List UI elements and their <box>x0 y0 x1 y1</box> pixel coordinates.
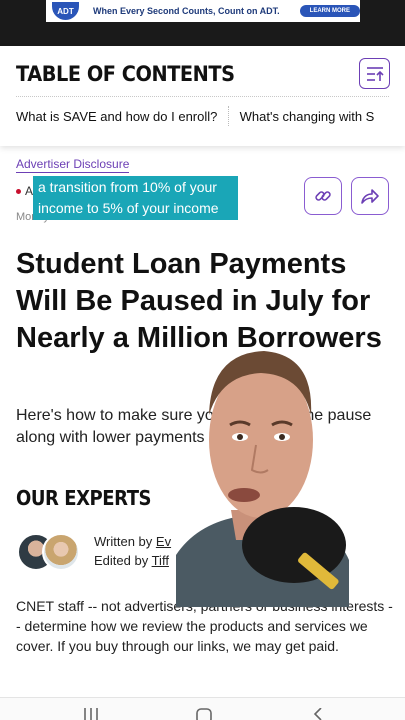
toc-link[interactable]: What's changing with S <box>240 109 375 124</box>
editor-name-link[interactable]: Tiff <box>152 553 169 568</box>
ad-content[interactable]: ADT When Every Second Counts, Count on A… <box>46 0 360 22</box>
edited-by-label: Edited by <box>94 553 149 568</box>
share-icon <box>361 189 379 204</box>
link-icon <box>315 191 331 201</box>
toc-toggle-button[interactable] <box>359 58 390 89</box>
editor-avatar[interactable] <box>42 533 80 571</box>
system-nav-bar <box>0 697 405 720</box>
toc-links: What is SAVE and how do I enroll? What's… <box>16 106 405 128</box>
share-button[interactable] <box>351 177 389 215</box>
ad-text: When Every Second Counts, Count on ADT. <box>92 6 280 16</box>
home-button[interactable] <box>196 708 212 720</box>
table-of-contents: TABLE OF CONTENTS What is SAVE and how d… <box>0 46 405 146</box>
written-by: Written by Ev <box>94 534 171 549</box>
status-dot <box>16 189 21 195</box>
recents-button[interactable] <box>83 708 99 720</box>
ad-learn-more-button[interactable]: LEARN MORE <box>299 5 360 17</box>
home-icon <box>196 708 212 720</box>
toc-title: TABLE OF CONTENTS <box>16 62 235 86</box>
copy-link-button[interactable] <box>304 177 342 215</box>
toc-separator <box>228 106 229 126</box>
adt-logo: ADT <box>52 2 79 20</box>
toc-divider <box>16 96 389 97</box>
advertiser-disclosure-link[interactable]: Advertiser Disclosure <box>16 157 130 173</box>
written-by-label: Written by <box>94 534 153 549</box>
experts-title: OUR EXPERTS <box>16 486 152 510</box>
creator-video-overlay <box>176 345 349 607</box>
toc-link[interactable]: What is SAVE and how do I enroll? <box>16 109 217 124</box>
list-arrow-icon <box>366 66 384 81</box>
back-button[interactable] <box>312 708 324 720</box>
author-name-link[interactable]: Ev <box>156 534 171 549</box>
article-headline: Student Loan Payments Will Be Paused in … <box>16 248 382 354</box>
person-image <box>176 351 349 607</box>
author-initial: A <box>25 184 34 198</box>
edited-by: Edited by Tiff <box>94 553 169 568</box>
ad-banner[interactable]: ADT When Every Second Counts, Count on A… <box>0 0 405 46</box>
author-row: A <box>16 184 33 198</box>
recents-icon <box>84 708 98 720</box>
video-caption: a transition from 10% of your income to … <box>33 176 238 220</box>
back-icon <box>313 708 322 720</box>
